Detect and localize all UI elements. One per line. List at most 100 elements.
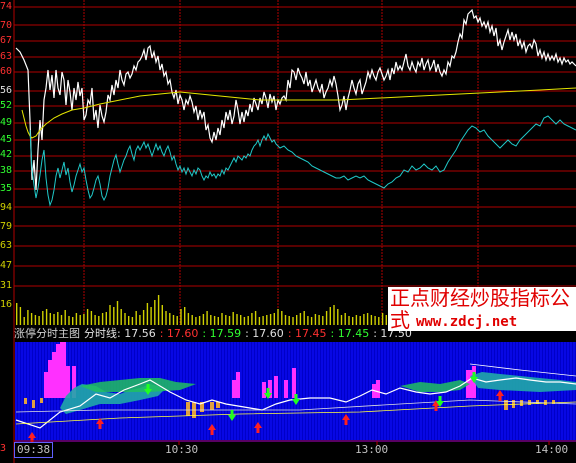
volume-bar bbox=[262, 316, 264, 325]
volume-bar bbox=[176, 316, 178, 325]
indicator-cyan-line bbox=[29, 115, 576, 207]
volume-bar bbox=[266, 315, 268, 325]
volume-axis-label: 79 bbox=[0, 221, 13, 232]
volume-bar bbox=[120, 309, 122, 325]
info-bar-value: : 17.60 bbox=[245, 327, 284, 340]
volume-bar bbox=[363, 314, 365, 325]
volume-bar bbox=[161, 305, 163, 325]
volume-bar bbox=[191, 315, 193, 325]
volume-bar bbox=[210, 315, 212, 325]
watermark-url: www.zdcj.net bbox=[412, 314, 522, 330]
volume-bar bbox=[101, 313, 104, 325]
volume-bar bbox=[68, 316, 70, 325]
volume-bar bbox=[172, 315, 175, 325]
volume-bar bbox=[307, 316, 309, 325]
volume-bar bbox=[355, 315, 358, 325]
time-tick-1400: 14:00 bbox=[535, 443, 569, 456]
volume-bar bbox=[23, 317, 25, 325]
volume-bar bbox=[169, 313, 171, 325]
volume-bar bbox=[292, 317, 294, 325]
volume-bar bbox=[258, 317, 261, 325]
volume-bar bbox=[385, 315, 387, 325]
chart-canvas bbox=[13, 0, 576, 463]
volume-bar bbox=[217, 317, 219, 325]
volume-bar bbox=[366, 313, 369, 325]
price-axis-label: 49 bbox=[0, 117, 13, 128]
magenta-bar bbox=[274, 376, 278, 398]
volume-bar bbox=[325, 311, 328, 325]
volume-bar bbox=[124, 313, 126, 325]
volume-bar bbox=[187, 313, 190, 325]
volume-bar bbox=[333, 305, 335, 325]
volume-bar bbox=[340, 315, 343, 325]
volume-bar bbox=[60, 315, 63, 325]
info-bar-value: : 17.45 bbox=[330, 327, 370, 340]
volume-bar bbox=[75, 313, 78, 325]
volume-bar bbox=[150, 307, 152, 325]
orange-bar bbox=[24, 398, 27, 404]
price-axis-label: 67 bbox=[0, 35, 13, 46]
volume-bar bbox=[98, 316, 100, 325]
volume-bar bbox=[273, 313, 275, 325]
volume-bar bbox=[195, 317, 197, 325]
volume-bar bbox=[318, 315, 320, 325]
volume-bar bbox=[228, 316, 231, 325]
info-bar-value: : 17.59 bbox=[202, 327, 242, 340]
volume-bar bbox=[86, 309, 89, 325]
volume-bar bbox=[243, 317, 246, 325]
volume-bar bbox=[45, 309, 48, 325]
time-start-label: 09:38 bbox=[14, 442, 54, 458]
orange-bar bbox=[520, 400, 523, 406]
lower-axis-label: 3 bbox=[0, 443, 7, 454]
volume-bar bbox=[64, 310, 66, 325]
price-axis-label: 35 bbox=[0, 183, 13, 194]
volume-bar bbox=[288, 316, 290, 325]
volume-bar bbox=[116, 301, 119, 325]
price-axis-label: 38 bbox=[0, 165, 13, 176]
volume-bar bbox=[378, 317, 380, 325]
volume-bar bbox=[352, 317, 354, 325]
volume-bar bbox=[329, 307, 331, 325]
volume-bar bbox=[154, 300, 156, 325]
volume-bar bbox=[206, 311, 208, 325]
volume-bar bbox=[128, 316, 130, 325]
volume-bar bbox=[34, 315, 37, 325]
volume-bar bbox=[184, 307, 186, 325]
volume-bar bbox=[42, 311, 44, 325]
volume-bar bbox=[90, 311, 93, 325]
volume-bar bbox=[247, 316, 249, 325]
price-axis-label: 74 bbox=[0, 1, 13, 12]
orange-bar bbox=[186, 402, 190, 416]
volume-axis-label: 31 bbox=[0, 280, 13, 291]
volume-bar bbox=[72, 317, 74, 325]
volume-bar bbox=[53, 314, 55, 325]
volume-bar bbox=[30, 313, 33, 325]
volume-bar bbox=[180, 309, 182, 325]
info-bar-value: 分时线: 17.56 bbox=[84, 327, 156, 340]
magenta-bar bbox=[292, 368, 296, 398]
volume-bar bbox=[79, 315, 81, 325]
volume-bar bbox=[131, 317, 134, 325]
info-bar-value: : 17.45 bbox=[287, 327, 327, 340]
volume-bar bbox=[146, 303, 149, 325]
info-bar-value: 涨停分时主图 bbox=[14, 327, 80, 340]
volume-bar bbox=[213, 316, 216, 325]
orange-bar bbox=[210, 402, 214, 410]
volume-bar bbox=[314, 314, 317, 325]
volume-bar bbox=[370, 315, 373, 325]
volume-bar bbox=[322, 316, 324, 325]
price-axis-label: 63 bbox=[0, 51, 13, 62]
volume-bar bbox=[251, 313, 253, 325]
time-tick-1030: 10:30 bbox=[165, 443, 199, 456]
volume-bar bbox=[202, 314, 205, 325]
orange-bar bbox=[32, 400, 35, 408]
price-axis-label: 42 bbox=[0, 149, 13, 160]
volume-bar bbox=[240, 315, 242, 325]
orange-bar bbox=[216, 402, 220, 408]
volume-axis-label: 16 bbox=[0, 299, 13, 310]
price-axis-label: 56 bbox=[0, 85, 13, 96]
volume-bar bbox=[277, 309, 279, 325]
intraday-chart-window: { "price_axis_labels": [ {"text":"74","c… bbox=[0, 0, 576, 463]
volume-bar bbox=[139, 315, 141, 325]
orange-bar bbox=[40, 398, 43, 403]
